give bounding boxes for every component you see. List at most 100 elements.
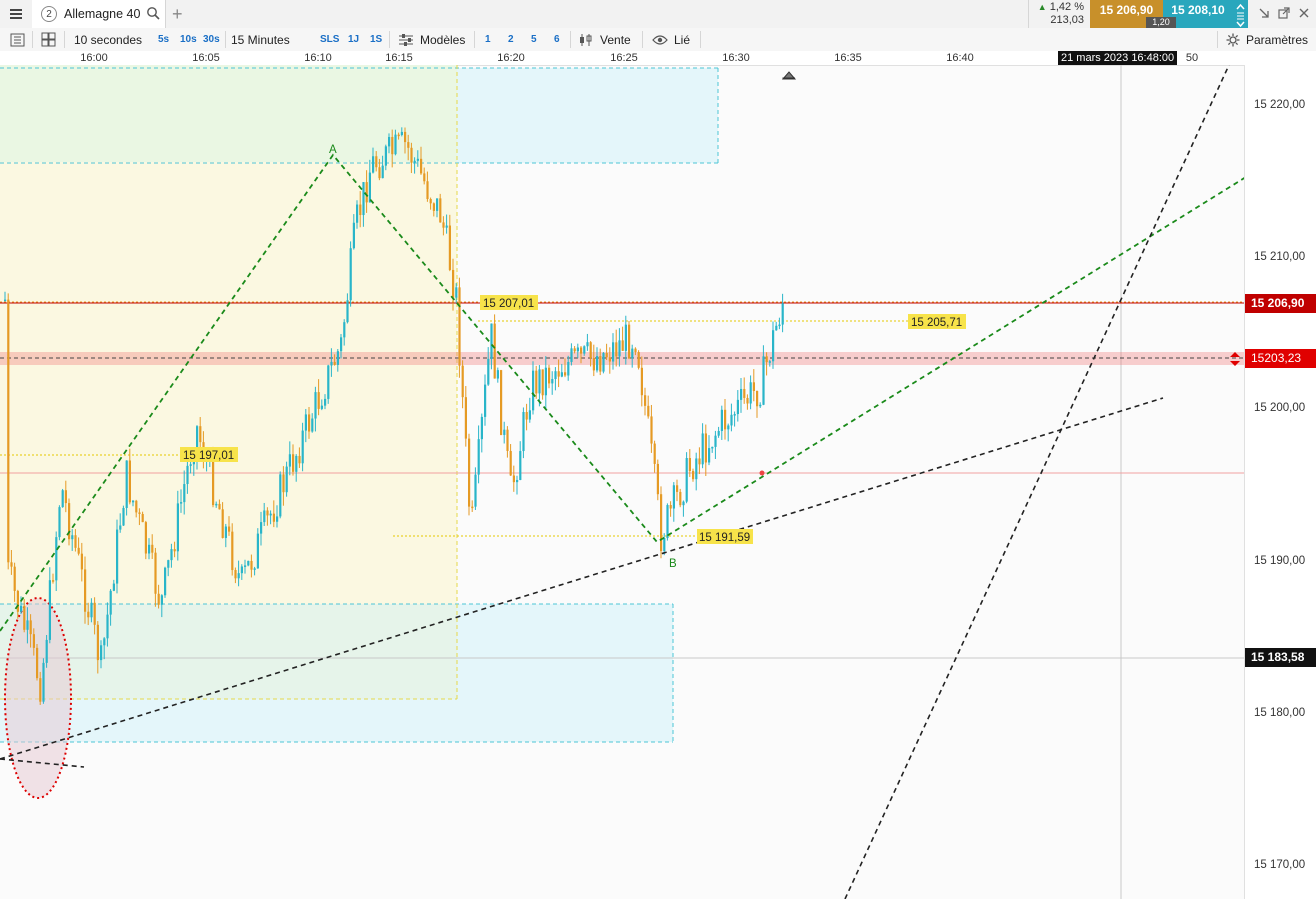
price-side-select[interactable]: Vente <box>600 28 631 51</box>
close-icon[interactable] <box>1297 6 1311 20</box>
candle-body <box>189 464 192 466</box>
tab-instrument[interactable]: 2 Allemagne 40 <box>32 0 166 28</box>
popout-icon[interactable] <box>1277 6 1291 20</box>
candle-body <box>279 474 282 517</box>
timeframe-select[interactable]: 15 Minutes <box>231 28 290 51</box>
menu-button[interactable] <box>0 0 33 28</box>
candle-body <box>503 429 506 435</box>
price-tick: 15 210,00 <box>1254 251 1306 263</box>
settings-button[interactable]: Paramètres <box>1246 28 1308 51</box>
candle-body <box>720 409 723 431</box>
candle-body <box>231 531 234 571</box>
collapse-icon[interactable] <box>1257 6 1271 20</box>
candle-body <box>170 549 173 561</box>
templates-icon[interactable] <box>398 28 414 51</box>
eye-icon[interactable] <box>652 28 668 51</box>
template-slot-5[interactable]: 5 <box>531 28 537 51</box>
candle-body <box>461 365 464 398</box>
alert-price-label[interactable]: 15203,23 <box>1245 349 1316 368</box>
time-tick: 16:15 <box>385 52 413 64</box>
steep-trendline <box>844 65 1230 899</box>
candle-body <box>42 662 45 702</box>
candle-body <box>276 516 279 522</box>
candle-body <box>740 388 743 400</box>
quantity-stepper[interactable] <box>1233 0 1248 28</box>
candle-body <box>330 361 333 366</box>
candle-body <box>160 595 163 605</box>
add-tab-icon[interactable]: + <box>172 4 183 24</box>
candle-body <box>253 568 256 570</box>
candle-body <box>663 538 666 552</box>
candle-body <box>778 324 781 327</box>
period-1j[interactable]: 1J <box>348 28 359 51</box>
candle-body <box>624 324 627 351</box>
candle-body <box>733 414 736 416</box>
interval-10s[interactable]: 10s <box>180 28 197 51</box>
candle-body <box>672 485 675 509</box>
period-sls[interactable]: SLS <box>320 28 339 51</box>
candle-body <box>554 371 557 380</box>
time-marker-icon[interactable] <box>781 71 797 80</box>
candle-body <box>512 475 515 483</box>
interval-5s[interactable]: 5s <box>158 28 169 51</box>
candle-body <box>519 451 522 480</box>
candle-body <box>237 573 240 579</box>
candle-body <box>698 458 701 465</box>
candle-body <box>509 450 512 476</box>
candle-body <box>781 303 784 325</box>
template-slot-1[interactable]: 1 <box>485 28 491 51</box>
candle-body <box>413 160 416 163</box>
candle-body <box>423 173 426 182</box>
candle-body <box>100 645 103 661</box>
sell-candles-icon[interactable] <box>578 28 594 51</box>
candle-body <box>199 426 202 443</box>
candle-body <box>381 165 384 179</box>
candle-body <box>704 433 707 463</box>
label-level-mid: 15 205,71 <box>911 317 962 329</box>
template-slot-2[interactable]: 2 <box>508 28 514 51</box>
price-chart[interactable]: 15 207,01 15 205,71 15 197,01 15 191,59 … <box>0 65 1244 899</box>
candle-body <box>506 429 509 451</box>
candle-body <box>157 593 160 605</box>
candle-body <box>39 678 42 702</box>
point-b-label: B <box>669 558 677 570</box>
candle-body <box>688 458 691 471</box>
alert-drag-icon[interactable] <box>1229 352 1241 369</box>
gear-icon[interactable] <box>1226 28 1240 51</box>
candle-body <box>564 372 567 376</box>
candle-body <box>324 398 327 406</box>
price-tick: 15 190,00 <box>1254 555 1306 567</box>
candle-body <box>749 382 752 404</box>
candle-body <box>378 167 381 179</box>
candle-body <box>631 348 634 359</box>
search-icon[interactable] <box>146 6 161 23</box>
candle-body <box>442 222 445 228</box>
period-1s[interactable]: 1S <box>370 28 382 51</box>
candle-body <box>743 388 746 398</box>
candle-body <box>480 416 483 440</box>
linked-toggle[interactable]: Lié <box>674 28 690 51</box>
time-tick: 16:05 <box>192 52 220 64</box>
candle-body <box>103 638 106 646</box>
candle-body <box>429 199 432 204</box>
candle-body <box>176 503 179 552</box>
interval-select[interactable]: 10 secondes <box>74 28 142 51</box>
candle-body <box>477 439 480 475</box>
change-points: 213,03 <box>1050 14 1084 26</box>
candle-body <box>759 404 762 407</box>
candle-body <box>400 131 403 135</box>
template-slot-6[interactable]: 6 <box>554 28 560 51</box>
zone-cyan-top <box>457 68 718 163</box>
candle-body <box>368 172 371 203</box>
layout-grid-icon[interactable] <box>41 28 56 51</box>
templates-button[interactable]: Modèles <box>420 28 465 51</box>
candle-body <box>154 552 157 594</box>
chart-list-icon[interactable] <box>10 28 25 51</box>
candle-body <box>756 390 759 407</box>
label-level-left: 15 197,01 <box>183 450 234 462</box>
candle-body <box>308 414 311 432</box>
interval-30s[interactable]: 30s <box>203 28 220 51</box>
candle-body <box>487 358 490 385</box>
tab-number-badge: 2 <box>41 6 57 22</box>
candle-body <box>167 560 170 568</box>
